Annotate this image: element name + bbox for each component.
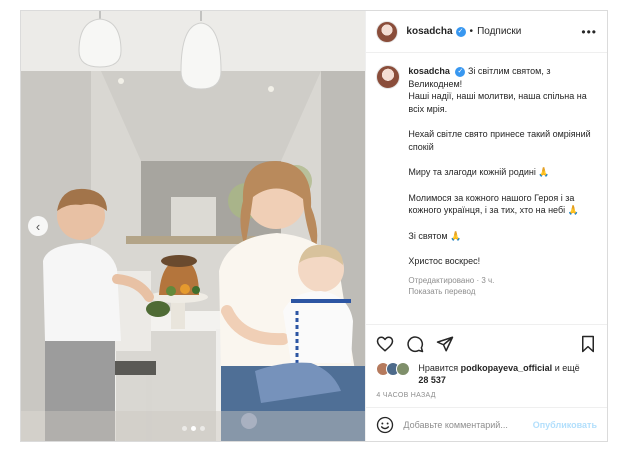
likes-summary: Нравится podkopayeva_official и ещё 28 5… [366,362,607,386]
caption-text-5: Христос воскрес! [408,256,481,266]
carousel-dots [21,426,365,431]
caption-body: kosadcha ✓ Зі світлим святом, з Великодн… [408,65,597,324]
caption-text-4: Зі святом 🙏 [408,230,462,241]
caption-text-2: Миру та злагоди кожній родині 🙏 [408,167,550,177]
more-options-icon[interactable]: ••• [581,25,597,39]
post-sidebar: kosadcha ✓ • Подписки ••• kosadcha ✓ Зі … [365,11,607,441]
caption-username[interactable]: kosadcha [408,66,450,76]
comment-icon[interactable] [406,335,424,353]
carousel-dot [199,426,205,431]
comment-bar: Опубликовать [366,407,607,441]
post-caption: kosadcha ✓ Зі світлим святом, з Великодн… [366,53,607,324]
post-photo[interactable]: ‹ [21,11,366,441]
heart-icon[interactable] [376,335,394,353]
emoji-icon[interactable] [376,416,394,434]
separator-dot: • [469,26,474,37]
carousel-dot [181,426,187,431]
instagram-post: ‹ kosadcha ✓ • Подписки ••• kosadcha ✓ З… [20,10,608,442]
publish-button[interactable]: Опубликовать [533,420,597,430]
following-button[interactable]: Подписки [477,26,521,37]
bookmark-icon[interactable] [579,335,597,353]
liker-username[interactable]: podkopayeva_official [461,363,553,373]
chevron-left-icon[interactable]: ‹ [28,216,48,236]
likes-suffix: и ещё [554,363,580,373]
carousel-dot-active [190,426,196,431]
share-icon[interactable] [436,335,454,353]
liker-avatar [396,362,411,376]
likes-count[interactable]: 28 537 [418,375,446,385]
edited-label: Отредактировано · 3 ч. [408,275,495,285]
likes-text: Нравится podkopayeva_official и ещё 28 5… [418,362,579,386]
comment-input[interactable] [403,419,524,430]
caption-text-3: Молимося за кожного нашого Героя і за ко… [408,192,579,216]
post-actions [366,324,607,362]
caption-meta: Отредактировано · 3 ч. Показать перевод [408,275,597,297]
caption-paragraph: kosadcha ✓ Зі світлим святом, з Великодн… [408,65,597,115]
author-username[interactable]: kosadcha [406,26,452,37]
show-translation-link[interactable]: Показать перевод [408,286,597,297]
post-photo-illustration [21,11,366,441]
post-header: kosadcha ✓ • Подписки ••• [366,11,607,53]
post-timestamp[interactable]: 4 ЧАСОВ НАЗАД [366,386,607,407]
caption-avatar[interactable] [376,65,401,89]
author-avatar[interactable] [376,20,399,43]
likes-prefix: Нравится [418,363,459,373]
liker-avatars[interactable] [376,362,414,376]
verified-badge-icon: ✓ [455,26,466,37]
verified-badge-icon: ✓ [455,66,466,77]
caption-text-1: Нехай світле свято принесе такий омріяни… [408,129,591,152]
